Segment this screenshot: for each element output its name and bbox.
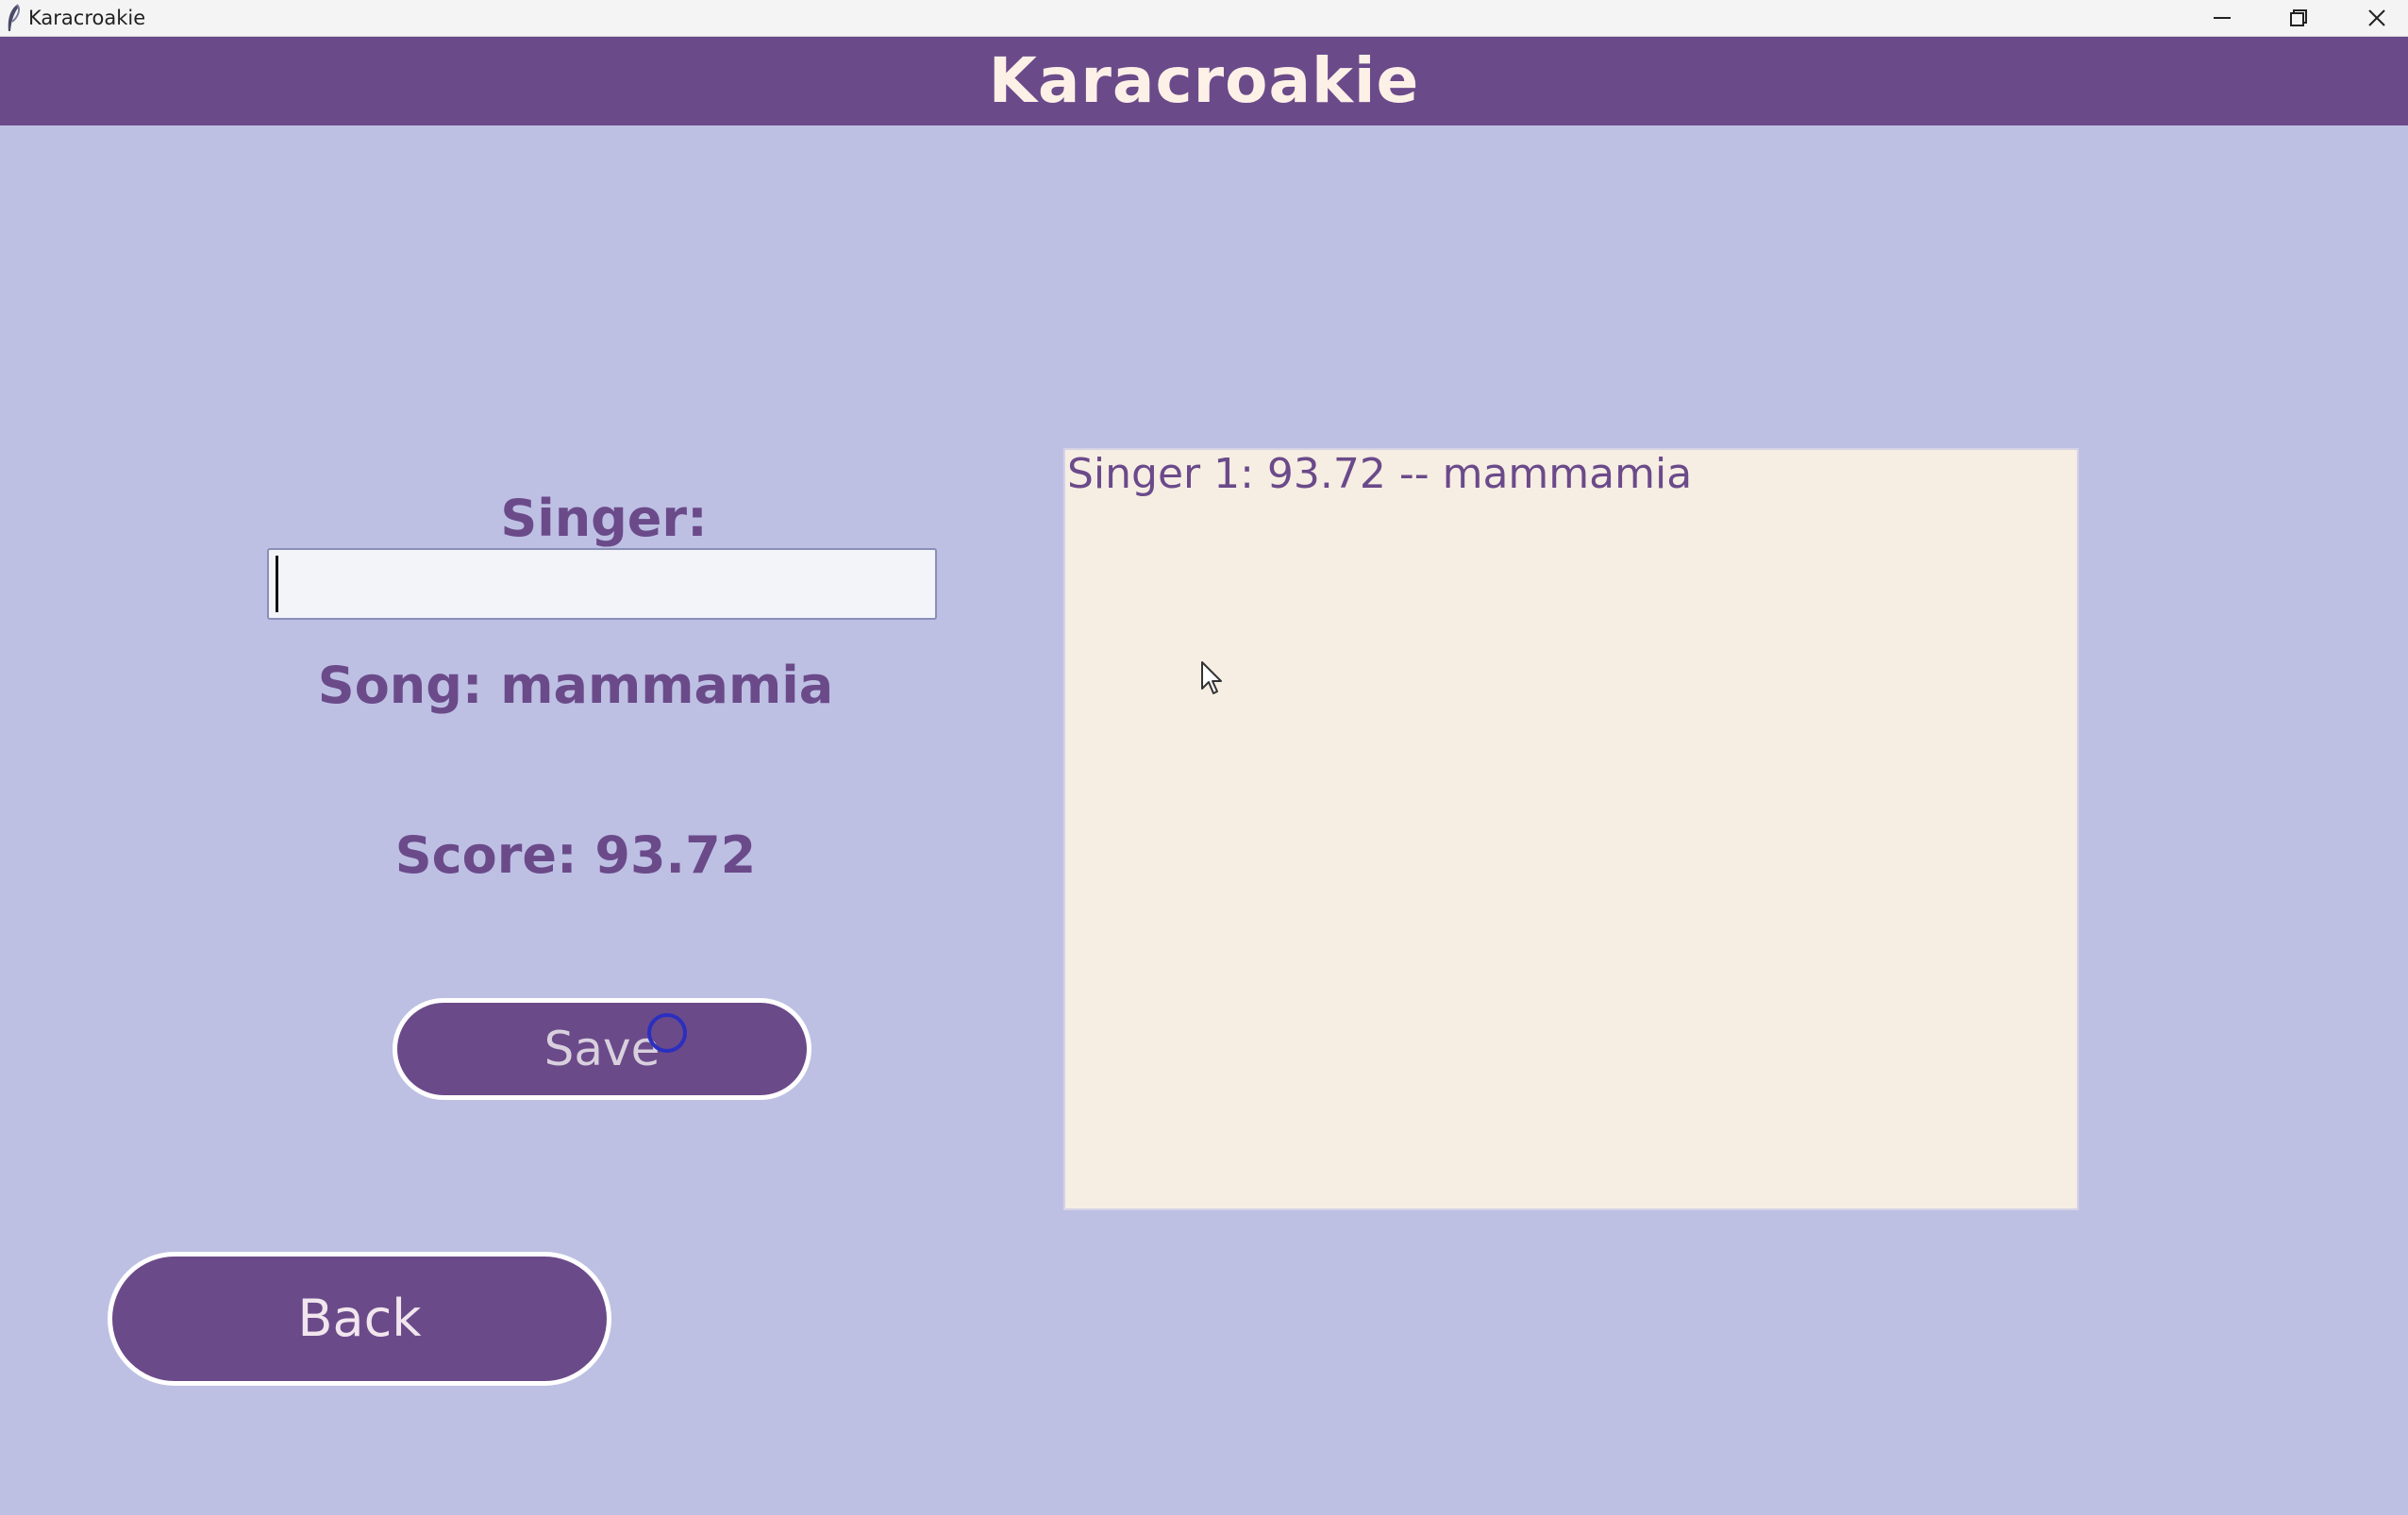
save-button[interactable]: Save	[393, 998, 811, 1100]
feather-icon	[4, 3, 23, 33]
results-entry[interactable]: Singer 1: 93.72 -- mammamia	[1067, 450, 1692, 498]
text-caret	[276, 556, 278, 612]
singer-input[interactable]	[267, 548, 937, 620]
minimize-button[interactable]	[2189, 0, 2255, 36]
mouse-pointer-icon	[1201, 661, 1222, 694]
restore-icon	[2290, 9, 2307, 26]
results-list[interactable]: Singer 1: 93.72 -- mammamia	[1063, 448, 2079, 1210]
app-header: Karacroakie	[0, 37, 2408, 125]
window-titlebar: Karacroakie	[0, 0, 2408, 37]
close-icon	[2368, 9, 2385, 26]
score-label: Score: 93.72	[394, 825, 757, 885]
back-button[interactable]: Back	[108, 1252, 611, 1386]
song-label: Song: mammamia	[317, 656, 834, 715]
minimize-icon	[2214, 17, 2231, 19]
close-button[interactable]	[2344, 0, 2408, 36]
restore-button[interactable]	[2266, 0, 2332, 36]
window-title: Karacroakie	[28, 7, 146, 29]
app-title: Karacroakie	[988, 44, 1420, 117]
click-indicator	[647, 1013, 687, 1053]
singer-label: Singer:	[500, 489, 708, 548]
